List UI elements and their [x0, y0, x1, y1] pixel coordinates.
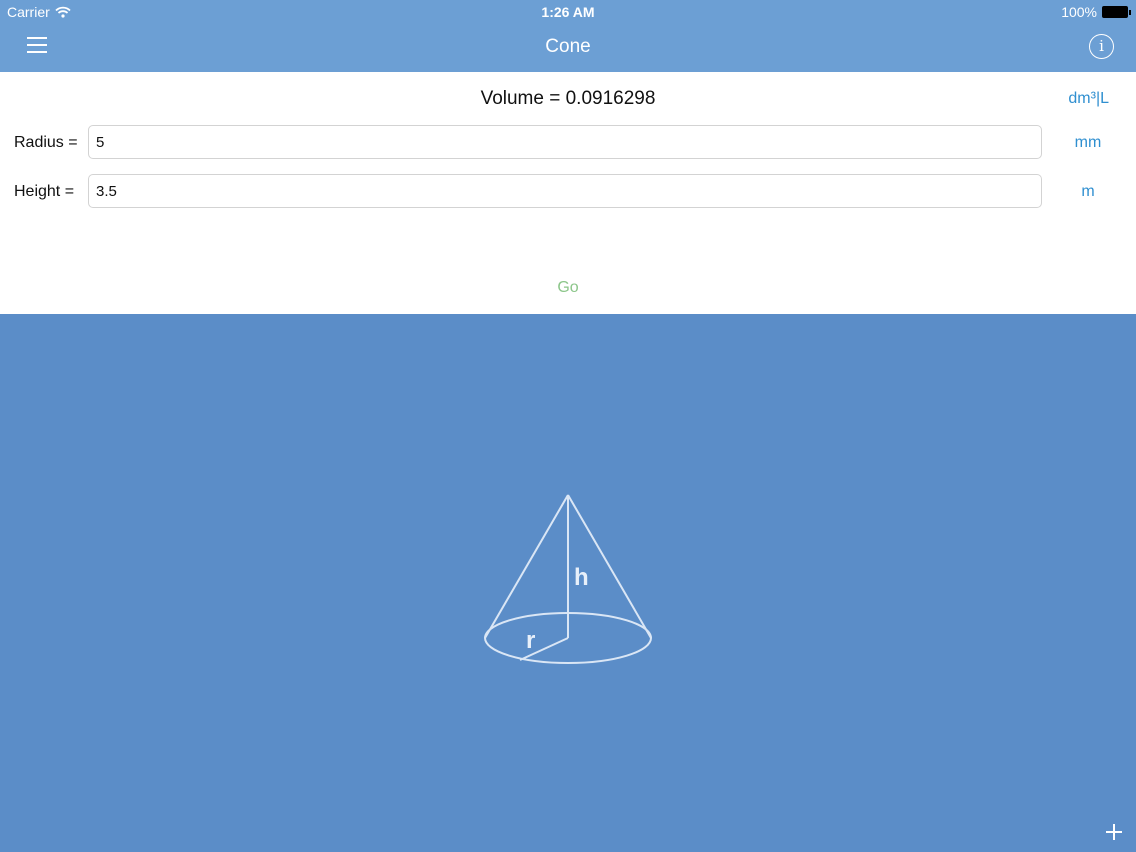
battery-icon: [1102, 6, 1131, 18]
status-time: 1:26 AM: [541, 4, 595, 20]
volume-unit-button[interactable]: dm³|L: [1068, 90, 1109, 108]
calculator-form: Volume = 0.0916298 dm³|L Radius = mm Hei…: [0, 72, 1136, 314]
battery-status: 100%: [1061, 4, 1131, 20]
radius-label: Radius =: [14, 134, 78, 151]
radius-unit-button[interactable]: mm: [1058, 134, 1118, 152]
cone-diagram: h r: [484, 494, 652, 664]
page-title: Cone: [545, 36, 591, 57]
plus-icon[interactable]: [1106, 824, 1122, 840]
info-icon[interactable]: i: [1089, 34, 1114, 59]
volume-result: Volume = 0.0916298: [480, 88, 656, 109]
height-unit-button[interactable]: m: [1058, 183, 1118, 201]
radius-symbol: r: [526, 627, 535, 654]
status-bar: Carrier 1:26 AM 100%: [0, 0, 1136, 24]
go-button[interactable]: Go: [0, 279, 1136, 297]
battery-percent: 100%: [1061, 4, 1097, 20]
height-symbol: h: [574, 564, 589, 591]
height-label: Height =: [14, 183, 75, 200]
radius-input[interactable]: [88, 125, 1042, 159]
nav-bar: Cone i: [0, 24, 1136, 72]
height-input[interactable]: [88, 174, 1042, 208]
